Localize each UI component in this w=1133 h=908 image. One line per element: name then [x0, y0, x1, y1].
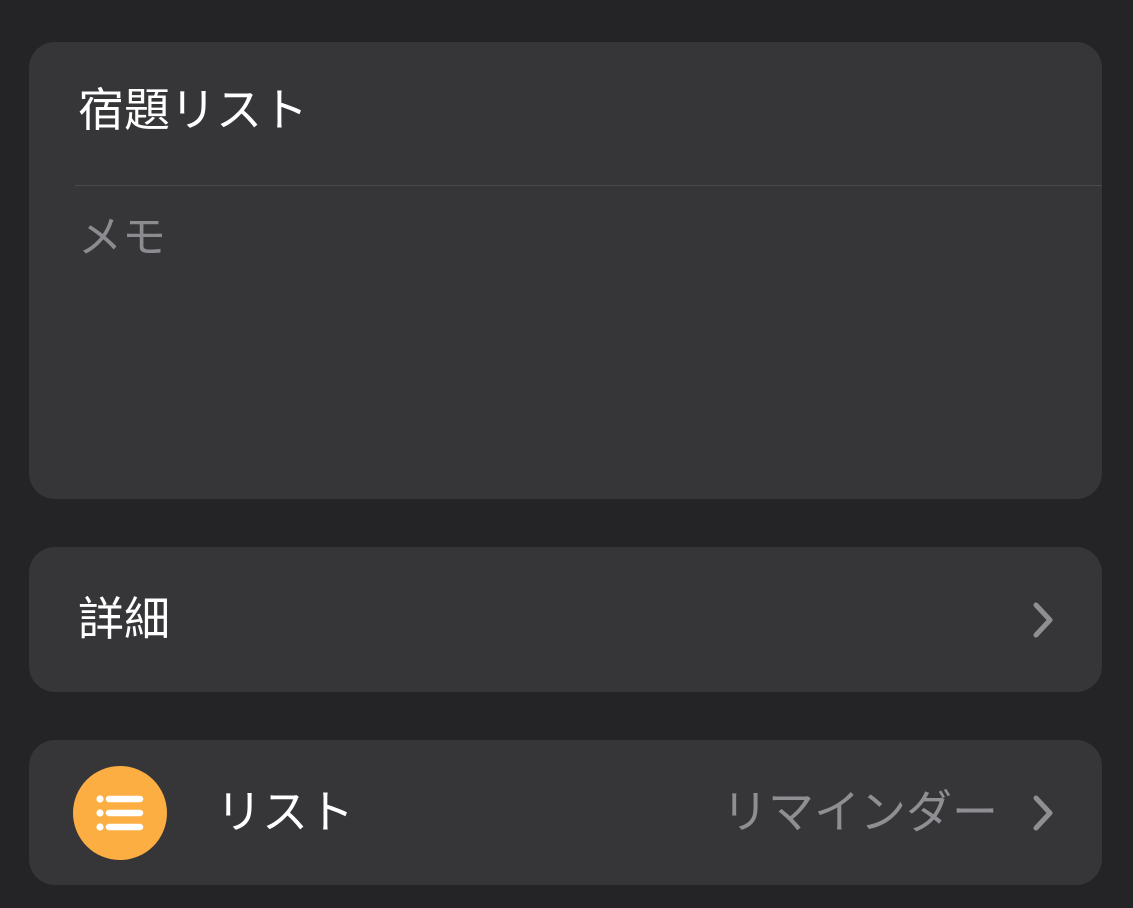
list-label: リスト	[216, 785, 354, 839]
title-notes-card: 宿題リスト メモ	[29, 42, 1102, 499]
list-row[interactable]: リスト リマインダー	[29, 740, 1102, 885]
title-field[interactable]: 宿題リスト	[29, 42, 1102, 185]
title-text: 宿題リスト	[78, 83, 308, 137]
details-label: 詳細	[78, 592, 170, 646]
list-value: リマインダー	[722, 785, 998, 839]
notes-field[interactable]: メモ	[29, 186, 1102, 499]
list-bullet-icon	[73, 766, 167, 860]
reminder-edit-screen: 宿題リスト メモ 詳細 リスト リマインダー	[0, 0, 1133, 908]
notes-placeholder: メモ	[78, 212, 166, 263]
chevron-right-icon	[1033, 795, 1053, 831]
chevron-right-icon	[1033, 602, 1053, 638]
details-row[interactable]: 詳細	[29, 547, 1102, 692]
